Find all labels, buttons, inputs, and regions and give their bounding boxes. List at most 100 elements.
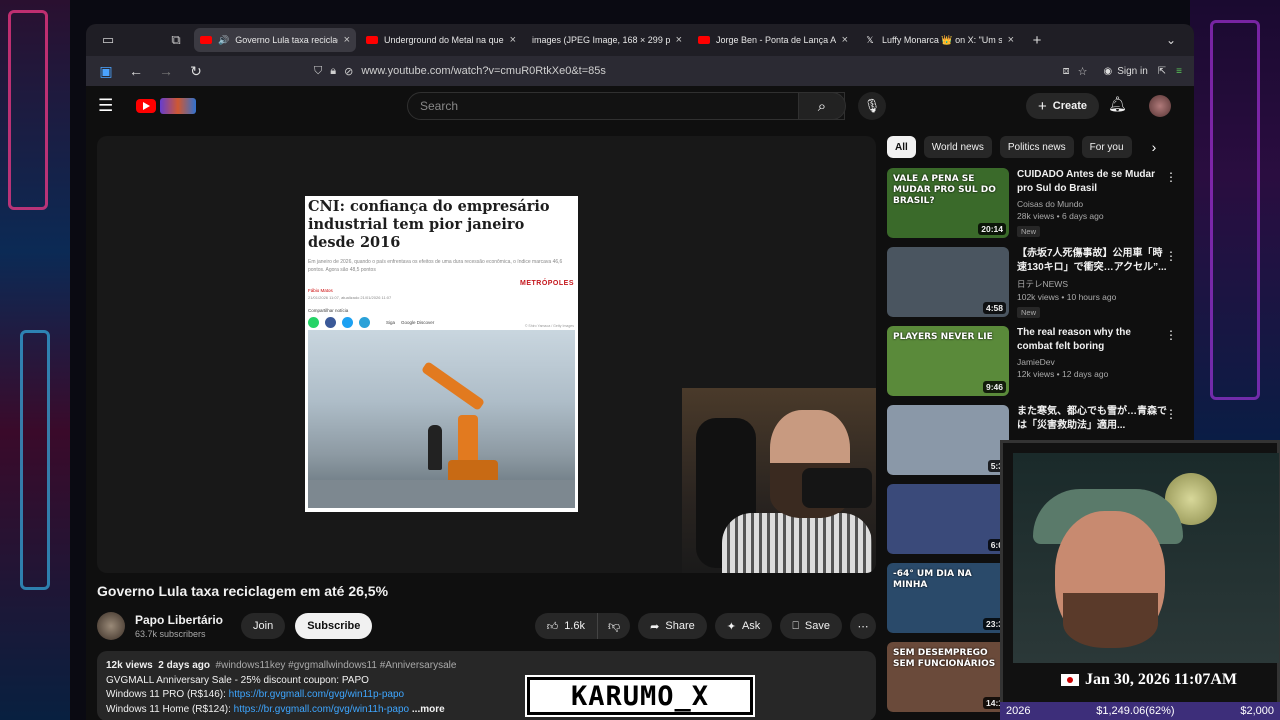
video-thumbnail[interactable]: PLAYERS NEVER LIE 9:46 [887,326,1009,396]
tab-1[interactable]: Underground do Metal na quebr × [360,28,522,52]
forward-icon[interactable]: → [154,59,178,83]
recommendation-title[interactable]: CUIDADO Antes de se Mudar pro Sul do Bra… [1017,168,1167,196]
url-text[interactable]: www.youtube.com/watch?v=cmuR0RtkXe0&t=85… [361,65,1054,77]
tab-title: Luffy Monarca 👑 on X: "Um stra [882,34,1002,45]
close-tab-icon[interactable]: × [344,34,350,46]
avatar[interactable] [1149,95,1171,117]
duration-badge: 4:58 [982,302,1006,314]
new-tab-button[interactable]: + [1024,32,1050,49]
video-thumbnail[interactable]: 5:3 [887,405,1009,475]
youtube-logo[interactable] [136,98,196,114]
close-tab-icon[interactable]: × [510,34,516,46]
video-thumbnail[interactable]: 6:0 [887,484,1009,554]
duration-badge: 9:46 [982,381,1006,393]
reload-icon[interactable]: ↻ [184,59,208,83]
microphone-icon: 🎙︎ [863,98,881,113]
tab-title: images (JPEG Image, 168 × 299 pix [532,35,670,45]
ask-button[interactable]: ✦ Ask [714,613,773,639]
close-tab-icon[interactable]: × [1008,34,1014,46]
extensions-icon[interactable]: ⇱ [1158,66,1166,77]
hashtags[interactable]: #windows11key #gvgmallwindows11 #Anniver… [216,660,457,671]
video-player[interactable]: CNI: confiança do empresário industrial … [97,136,876,573]
search-button[interactable]: ⌕ [798,92,846,120]
like-count: 1.6k [564,620,585,632]
tab-0[interactable]: 🔊 Governo Lula taxa reciclage × [194,28,356,52]
subscribe-button[interactable]: Subscribe [295,613,373,639]
chevron-right-icon[interactable]: › [1152,139,1157,155]
recommendation-channel[interactable]: Coisas do Mundo [1017,199,1167,209]
more-horizontal-icon: ⋯ [857,620,869,633]
tab-groups-icon[interactable]: ⧉ [162,29,190,51]
share-button[interactable]: ➦ Share [638,613,707,639]
recommendation-channel[interactable]: 日テレNEWS [1017,278,1167,290]
url-bar[interactable]: ⛉ 🔒︎ ⊘ www.youtube.com/watch?v=cmuR0RtkX… [304,59,1097,83]
chip-for-you[interactable]: For you [1081,136,1132,158]
view-icon[interactable]: ▣ [94,59,118,83]
create-button[interactable]: + Create [1026,93,1100,119]
show-more-link[interactable]: ...more [412,704,445,715]
share-label: Share [665,620,695,632]
tab-4[interactable]: 𝕏 Luffy Monarca 👑 on X: "Um stra × [858,28,1020,52]
thumbnail-text: SEM DESEMPREGO SEM FUNCIONÁRIOS [893,648,996,669]
menu-icon[interactable]: ≡ [1176,66,1182,77]
like-button[interactable]: 👍︎ 1.6k [535,613,598,639]
tab-bar: ▭ ⧉ 🔊 Governo Lula taxa reciclage × Unde… [86,24,1194,56]
video-thumbnail[interactable]: VALE A PENA SE MUDAR PRO SUL DO BRASIL? 2… [887,168,1009,238]
recommendation-title[interactable]: また寒気、都心でも雪が…青森では「災害救助法」適用... [1017,405,1167,433]
more-vertical-icon[interactable]: ⋮ [1165,407,1177,421]
close-tab-icon[interactable]: × [842,34,848,46]
description-link[interactable]: https://br.gvgmall.com/gvg/win11h-papo [234,704,409,715]
new-badge: New [1017,226,1041,237]
tab-3[interactable]: Jorge Ben - Ponta de Lança Afri × [692,28,854,52]
voice-search-button[interactable]: 🎙︎ [858,92,886,120]
description-link[interactable]: https://br.gvgmall.com/gvg/win11p-papo [229,689,404,700]
save-button[interactable]: ⎕ Save [780,613,842,639]
chip-politics-news[interactable]: Politics news [999,136,1074,158]
video-description[interactable]: 12k views 2 days ago #windows11key #gvgm… [97,651,876,720]
join-button[interactable]: Join [241,613,286,639]
description-label: Windows 11 PRO (R$146): [106,689,226,700]
recommendation-title[interactable]: 【赤坂7人死傷事故】公用車「時速130キロ」で衝突…アクセル”... [1017,247,1167,275]
recommendation-title[interactable]: The real reason why the combat felt bori… [1017,326,1167,354]
video-thumbnail[interactable]: -64° UM DIA NA MINHA 23:3 [887,563,1009,633]
tab-title: Jorge Ben - Ponta de Lança Afri [716,35,836,45]
chip-all[interactable]: All [887,136,916,158]
lock-icon[interactable]: 🔒︎ [330,65,336,78]
recommendation-item[interactable]: PLAYERS NEVER LIE 9:46 The real reason why… [887,326,1187,405]
shield-icon[interactable]: ⛉ [314,65,322,78]
recommendation-item[interactable]: VALE A PENA SE MUDAR PRO SUL DO BRASIL? 2… [887,168,1187,247]
hamburger-menu-icon[interactable]: ☰ [98,96,122,116]
search-input[interactable]: Search [407,92,845,120]
permissions-icon[interactable]: ⊘ [344,65,353,78]
bookmark-star-icon[interactable]: ☆ [1078,65,1088,78]
filter-chips: All World news Politics news For you › [887,136,1156,158]
sidebar-toggle-icon[interactable]: ▭ [94,29,122,51]
article-follow-label: Siga [386,320,396,325]
notifications-bell-icon[interactable]: 🔔︎ [1108,95,1127,113]
back-icon[interactable]: ← [124,59,148,83]
more-vertical-icon[interactable]: ⋮ [1165,328,1177,342]
new-badge: New [1017,307,1041,318]
close-tab-icon[interactable]: × [676,34,682,46]
channel-avatar[interactable] [97,612,125,640]
recommendation-item[interactable]: 4:58 【赤坂7人死傷事故】公用車「時速130キロ」で衝突…アクセル”... 日テ… [887,247,1187,326]
sign-in-button[interactable]: ◉ Sign in [1103,66,1147,77]
tab-title: Underground do Metal na quebr [384,35,504,45]
picture-in-picture-icon[interactable]: ⧈ [1063,65,1070,78]
video-thumbnail[interactable]: SEM DESEMPREGO SEM FUNCIONÁRIOS 14:1 [887,642,1009,712]
channel-name[interactable]: Papo Libertário [135,613,223,627]
streamer-webcam [682,388,876,573]
tab-2[interactable]: images (JPEG Image, 168 × 299 pix × [526,28,688,52]
video-thumbnail[interactable]: 4:58 [887,247,1009,317]
more-vertical-icon[interactable]: ⋮ [1165,170,1177,184]
thumbs-up-icon: 👍︎ [546,620,559,633]
tab-list-chevron-icon[interactable]: ⌄ [1156,33,1186,47]
recommendation-channel[interactable]: JamieDev [1017,357,1167,367]
account-icon: ◉ [1103,65,1113,77]
more-actions-button[interactable]: ⋯ [850,613,876,639]
more-vertical-icon[interactable]: ⋮ [1165,249,1177,263]
bookmark-icon: ⎕ [792,619,799,632]
speaker-icon[interactable]: 🔊 [218,35,229,46]
chip-world-news[interactable]: World news [923,136,992,158]
dislike-button[interactable]: 👎︎ [598,613,630,639]
